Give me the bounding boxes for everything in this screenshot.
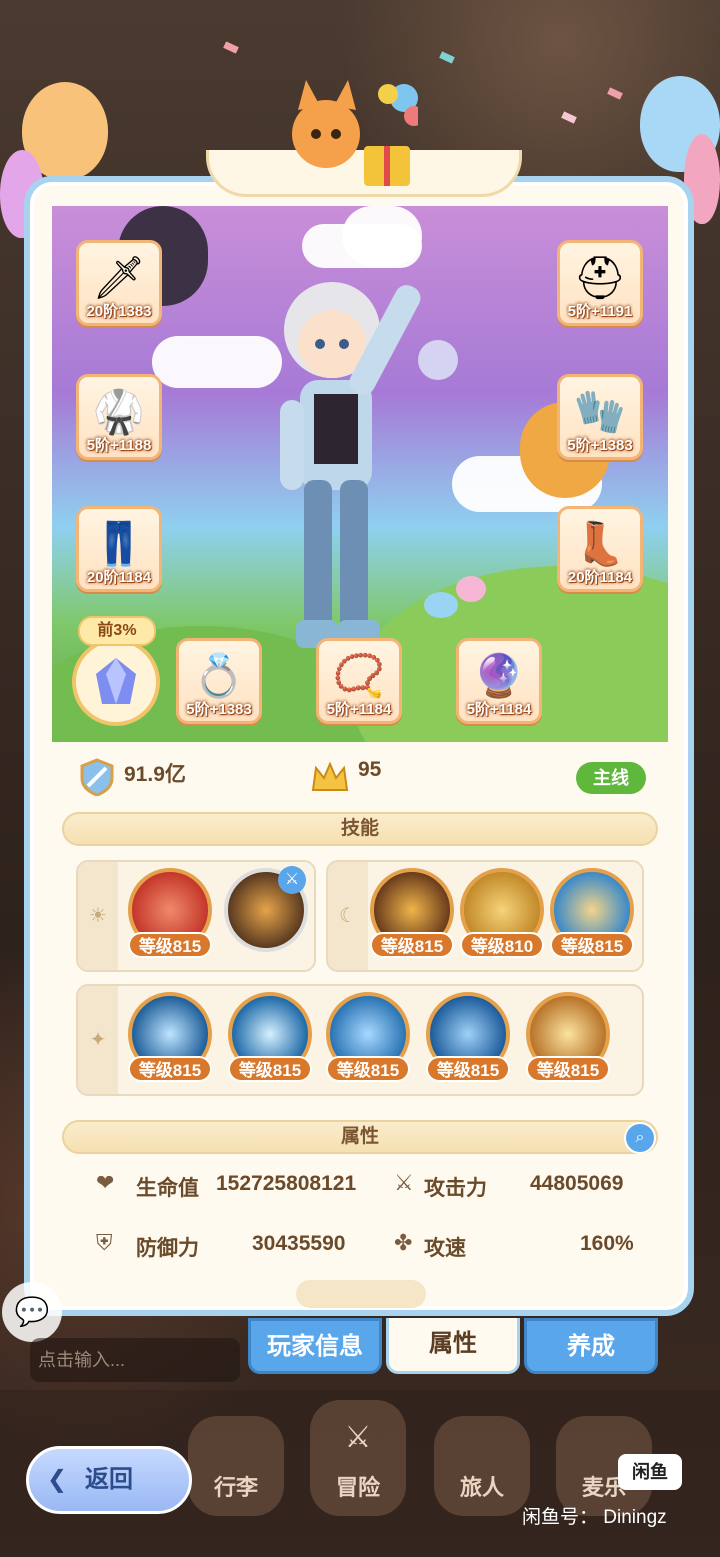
equip-slot-helmet[interactable]: ⛑ 5阶+1191 [557,240,643,326]
rank-badge[interactable] [72,638,160,726]
skill-icon[interactable]: 等级815 [370,868,454,958]
helmet-icon: ⛑ [573,254,627,301]
slime-pink [456,576,486,602]
skill-level: 等级815 [326,1056,410,1082]
tab-develop[interactable]: 养成 [524,1318,658,1374]
defense-label: 防御力 [136,1237,199,1260]
xianyu-logo: 闲鱼 [618,1454,682,1490]
skill-icon[interactable]: 等级815 [550,868,634,958]
skill-icon[interactable]: 等级815 [128,992,212,1082]
equip-level: 5阶+1184 [466,701,532,718]
pants-icon: 👖 [92,520,146,567]
attack-value: 44805069 [530,1172,624,1195]
combat-power-shield-icon [80,758,114,796]
tab-attributes[interactable]: 属性 [386,1318,520,1374]
chat-input[interactable]: 点击输入... [30,1338,240,1382]
equip-slot-necklace[interactable]: 📿 5阶+1184 [316,638,402,724]
equip-level: 20阶1184 [86,569,152,586]
back-arrow-icon: ❮ [46,1466,68,1493]
necklace-icon: 📿 [332,652,386,699]
equip-level: 5阶+1383 [186,701,252,718]
equip-level: 5阶+1191 [567,303,633,320]
chat-icon[interactable]: 💬 [2,1282,62,1342]
rank-percentile-tag: 前3% [78,616,156,646]
skill-level: 等级810 [460,932,544,958]
skill-level: 等级815 [370,932,454,958]
nav-adventure[interactable]: ⚔ 冒险 [310,1400,406,1516]
hp-value: 152725808121 [216,1172,357,1195]
amulet-icon: 🔮 [472,652,526,699]
sword-badge-icon: ⚔ [278,866,306,894]
combat-power-value: 91.9亿 [124,763,186,786]
equip-slot-weapon[interactable]: 🗡 20阶1383 [76,240,162,326]
back-button[interactable]: ❮ 返回 [26,1446,192,1514]
gloves-icon: 🧤 [573,388,627,435]
heart-icon: ❤ [96,1170,115,1195]
skill-level: 等级815 [426,1056,510,1082]
skill-icon[interactable]: 等级815 [128,868,212,958]
equip-slot-armor[interactable]: 🥋 5阶+1188 [76,374,162,460]
armor-icon: 🥋 [92,388,146,435]
nav-adventure-label: 冒险 [335,1475,380,1500]
attributes-header: 属性 [62,1120,658,1154]
boots-icon: 👢 [573,520,627,567]
nav-traveler[interactable]: 旅人 [434,1416,530,1516]
skill-level: 等级815 [128,932,212,958]
moon-icon: ☾ [328,862,368,970]
skill-level: 等级815 [550,932,634,958]
crown-value: 95 [358,758,382,781]
skill-icon[interactable]: 等级815 [526,992,610,1082]
search-icon[interactable]: ⌕ [624,1122,656,1154]
crossed-swords-icon: ⚔ [344,1421,372,1454]
tab-player-info[interactable]: 玩家信息 [248,1318,382,1374]
equip-level: 20阶1184 [567,569,633,586]
equip-slot-amulet[interactable]: 🔮 5阶+1184 [456,638,542,724]
sun-icon: ☀ [78,862,118,970]
nav-traveler-label: 旅人 [459,1475,504,1500]
card-bottom-ornament [296,1280,426,1308]
equip-slot-boots[interactable]: 👢 20阶1184 [557,506,643,592]
skill-level: 等级815 [228,1056,312,1082]
crossed-swords-icon: ⚔ [394,1170,414,1195]
cat-mascot-icon [292,80,418,186]
hp-label: 生命值 [136,1177,199,1200]
skills-header: 技能 [62,812,658,846]
skill-icon[interactable]: 等级815 [326,992,410,1082]
speed-icon: ✤ [394,1230,413,1255]
equip-level: 20阶1383 [86,303,152,320]
skill-icon[interactable]: 等级810 [460,868,544,958]
crystal-trophy-icon [96,658,136,704]
cloud [342,206,422,266]
equip-level: 5阶+1184 [326,701,392,718]
attack-speed-label: 攻速 [424,1237,466,1260]
skill-level: 等级815 [128,1056,212,1082]
crown-icon [311,761,349,791]
player-character [280,282,458,648]
equip-level: 5阶+1188 [86,437,152,454]
ring-icon: 💍 [192,652,246,699]
watermark-text: 闲鱼号： Diningz [522,1507,667,1528]
weapon-icon: 🗡 [92,254,146,301]
shield-icon: ⛨ [96,1230,113,1255]
equip-slot-pants[interactable]: 👖 20阶1184 [76,506,162,592]
equip-slot-ring[interactable]: 💍 5阶+1383 [176,638,262,724]
sparkle-icon: ✦ [78,986,118,1094]
equip-level: 5阶+1383 [567,437,633,454]
skill-icon[interactable]: 等级815 [228,992,312,1082]
nav-bag-label: 行李 [213,1475,258,1500]
equip-slot-gloves[interactable]: 🧤 5阶+1383 [557,374,643,460]
mainline-button[interactable]: 主线 [576,762,646,794]
nav-bag[interactable]: 行李 [188,1416,284,1516]
attack-speed-value: 160% [580,1232,634,1255]
back-button-label: 返回 [85,1466,133,1493]
skill-icon[interactable]: 等级815 [426,992,510,1082]
defense-value: 30435590 [252,1232,346,1255]
skill-level: 等级815 [526,1056,610,1082]
attack-label: 攻击力 [424,1177,487,1200]
